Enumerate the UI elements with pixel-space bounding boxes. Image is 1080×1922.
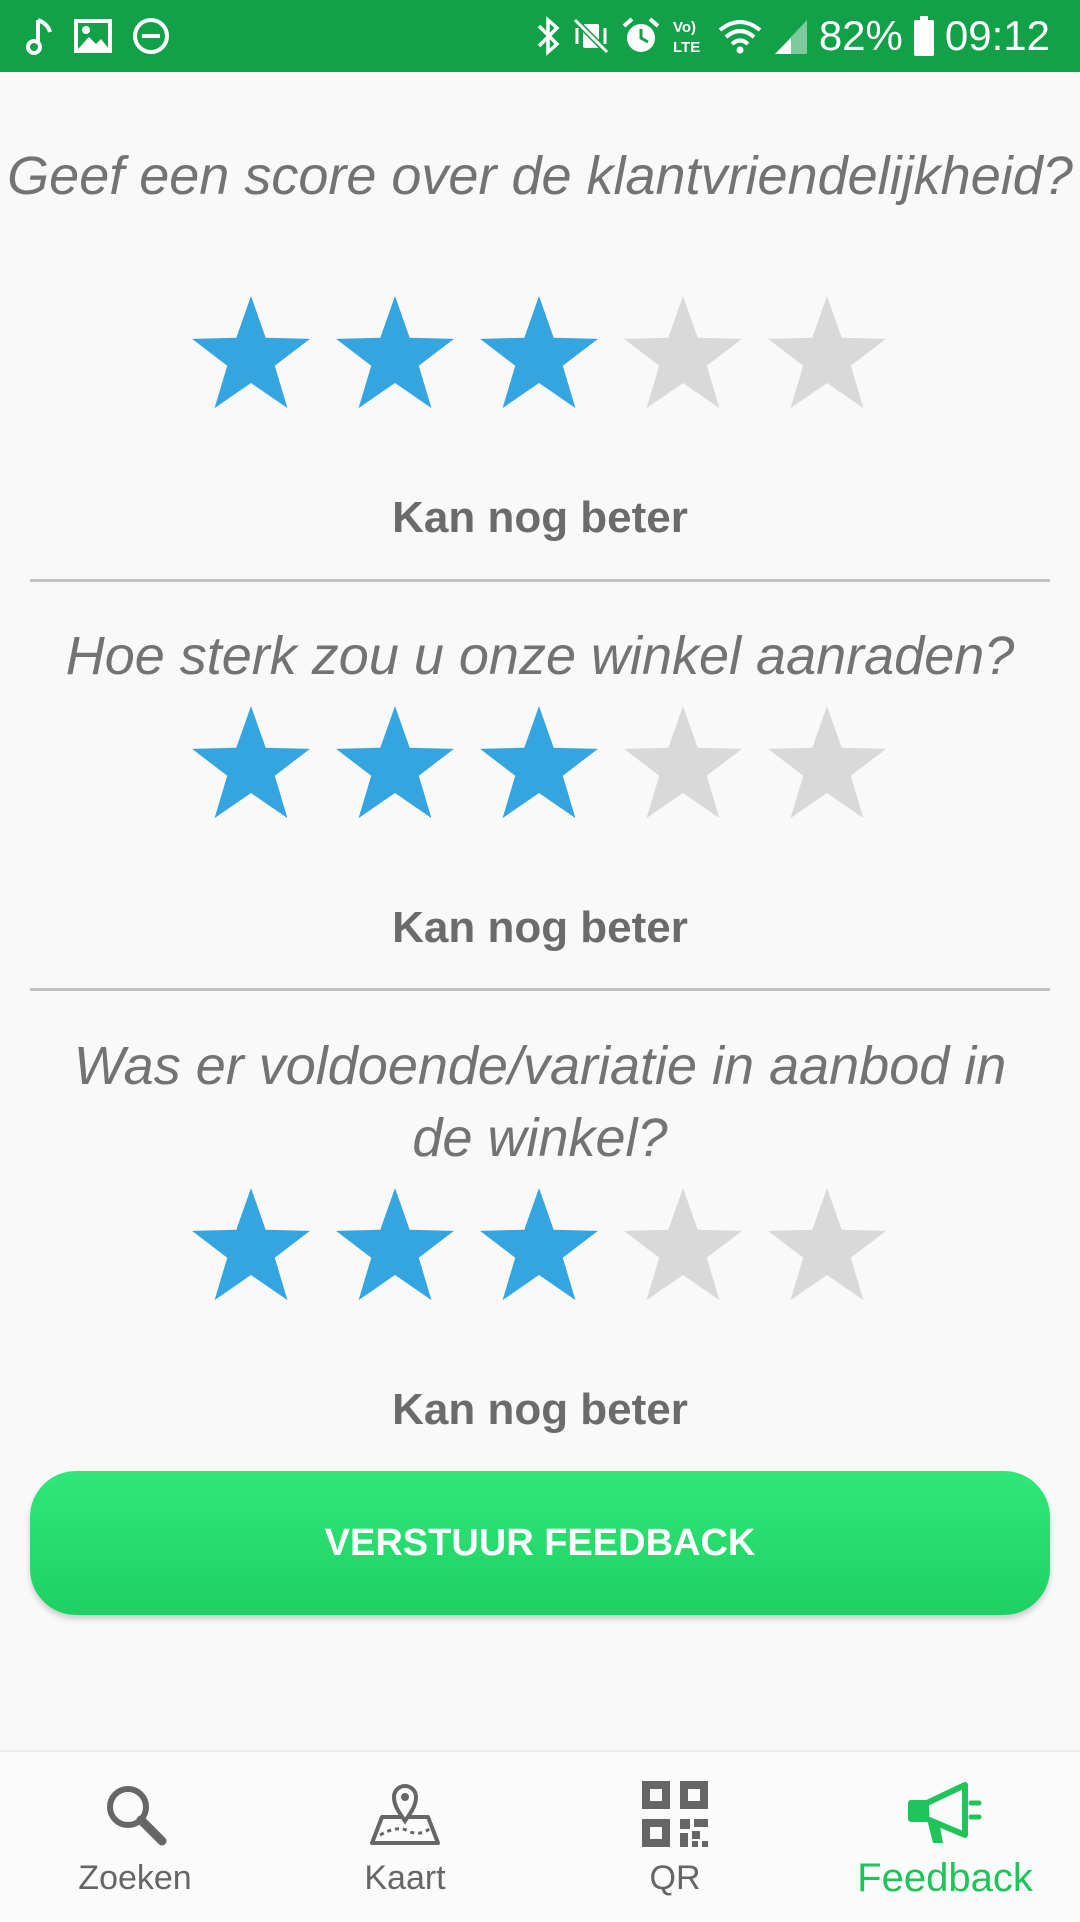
signal-icon (773, 16, 809, 56)
wifi-icon (717, 16, 763, 56)
bluetooth-icon (535, 16, 561, 56)
music-note-icon (26, 16, 54, 56)
volte-icon: Vo) LTE (671, 16, 707, 56)
alarm-icon (621, 16, 661, 56)
battery-percent: 82% (818, 12, 903, 59)
star-icon[interactable] (188, 292, 314, 416)
image-icon (74, 19, 112, 53)
do-not-disturb-icon (132, 17, 170, 55)
divider (30, 579, 1050, 582)
question-text: Was er voldoende/variatie in aanbod in d… (73, 1036, 1007, 1168)
submit-feedback-button[interactable]: VERSTUUR FEEDBACK (30, 1471, 1050, 1615)
status-right-icons: Vo) LTE 82% 09:12 (535, 10, 1050, 62)
vibrate-mute-icon (571, 16, 611, 56)
question-text: Hoe sterk zou u onze winkel aanraden? (65, 626, 1015, 686)
star-icon[interactable] (332, 702, 458, 826)
star-icon[interactable] (620, 292, 746, 416)
star-icon[interactable] (188, 1184, 314, 1308)
star-icon[interactable] (332, 1184, 458, 1308)
rating-label: Kan nog beter (392, 1385, 688, 1434)
star-icon[interactable] (476, 702, 602, 826)
qr-code-icon (540, 1778, 810, 1850)
battery-icon (913, 15, 935, 57)
star-rating[interactable] (0, 1184, 1080, 1308)
map-icon (270, 1778, 540, 1850)
search-icon (0, 1778, 270, 1850)
star-icon[interactable] (620, 702, 746, 826)
nav-label: Kaart (364, 1859, 446, 1897)
rating-label: Kan nog beter (392, 493, 688, 542)
status-left-icons (26, 14, 170, 58)
star-icon[interactable] (476, 1184, 602, 1308)
star-icon[interactable] (764, 1184, 890, 1308)
rating-label: Kan nog beter (392, 903, 688, 952)
nav-item-feedback[interactable]: Feedback (810, 1752, 1080, 1922)
nav-label: Zoeken (78, 1859, 192, 1897)
star-icon[interactable] (764, 292, 890, 416)
star-icon[interactable] (476, 292, 602, 416)
svg-text:LTE: LTE (673, 39, 700, 56)
star-icon[interactable] (620, 1184, 746, 1308)
nav-item-qr[interactable]: QR (540, 1752, 810, 1922)
clock: 09:12 (944, 12, 1050, 59)
question-text: Geef een score over de klantvriendelijkh… (7, 146, 1073, 206)
star-rating[interactable] (0, 702, 1080, 826)
nav-label: QR (649, 1859, 701, 1897)
bottom-navigation: Zoeken Kaart QR Feedback (0, 1750, 1080, 1922)
megaphone-icon (810, 1778, 1080, 1850)
star-icon[interactable] (764, 702, 890, 826)
status-bar: Vo) LTE 82% 09:12 (0, 0, 1080, 72)
star-rating[interactable] (0, 292, 1080, 416)
star-icon[interactable] (188, 702, 314, 826)
star-icon[interactable] (332, 292, 458, 416)
divider (30, 988, 1050, 991)
nav-label: Feedback (857, 1856, 1033, 1900)
nav-item-zoeken[interactable]: Zoeken (0, 1752, 270, 1922)
nav-item-kaart[interactable]: Kaart (270, 1752, 540, 1922)
svg-text:Vo): Vo) (673, 19, 696, 36)
